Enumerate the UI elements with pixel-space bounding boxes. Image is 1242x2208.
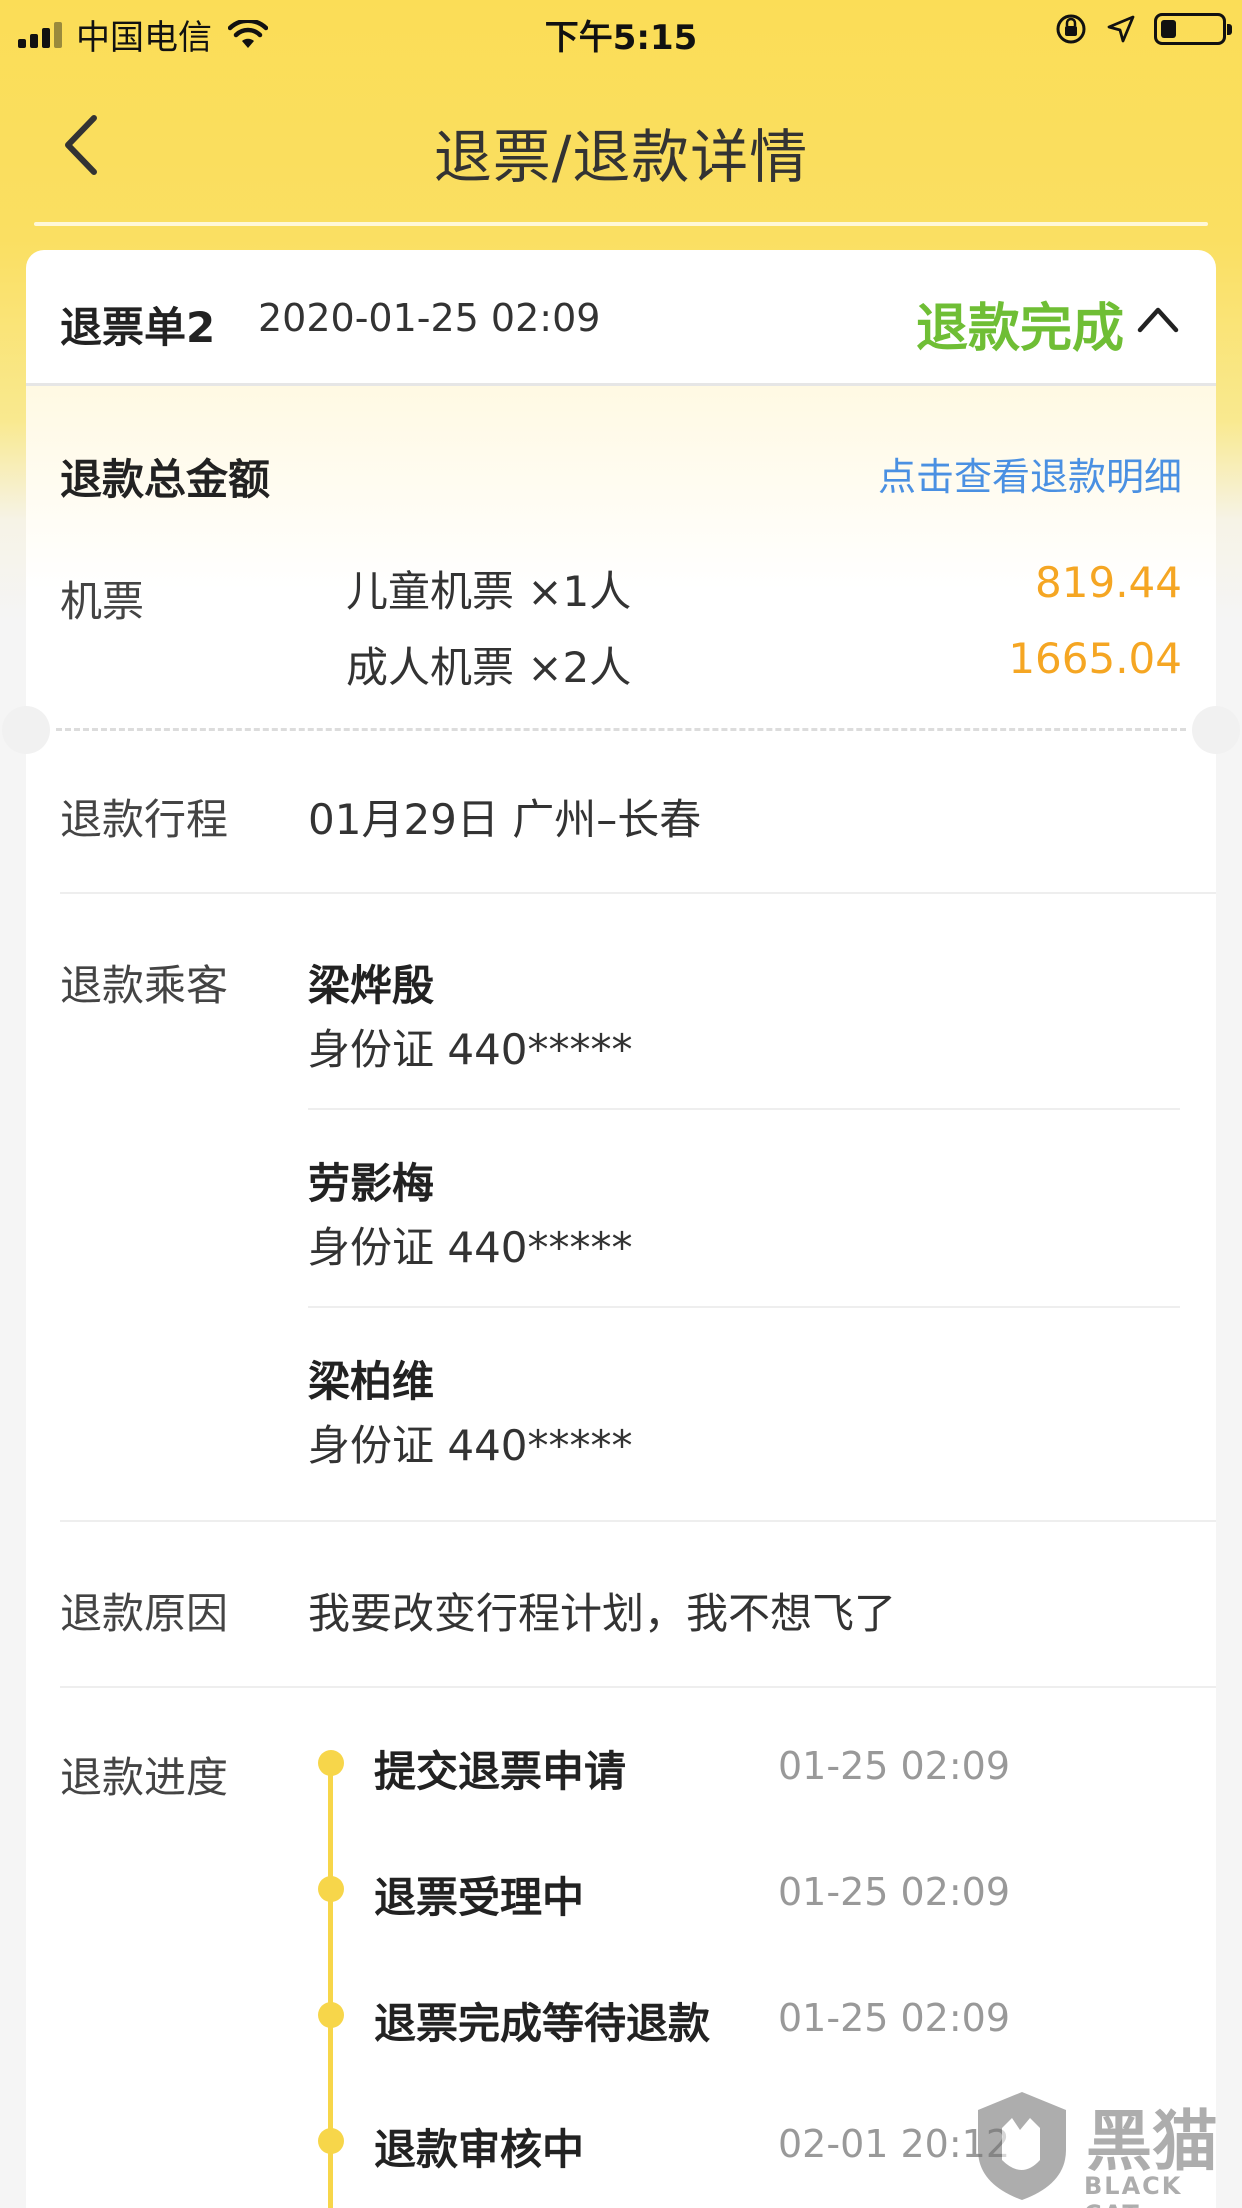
chevron-up-icon[interactable] — [1136, 304, 1180, 334]
location-arrow-icon — [1107, 15, 1135, 43]
ticket-desc-child: 儿童机票 ×1人 — [346, 567, 632, 616]
divider — [308, 1306, 1180, 1308]
black-cat-watermark: 黑猫 BLACK CAT — [968, 2088, 1238, 2208]
timeline-dot — [318, 2002, 344, 2028]
progress-step-title: 退款审核中 — [374, 2125, 585, 2174]
progress-label: 退款进度 — [60, 1753, 229, 1802]
divider — [308, 1108, 1180, 1110]
reason-label: 退款原因 — [60, 1589, 229, 1638]
passenger-id: 身份证 440***** — [308, 1421, 633, 1470]
order-time: 2020-01-25 02:09 — [258, 296, 601, 340]
progress-step-time: 01-25 02:09 — [778, 1870, 1011, 1914]
passenger-name: 梁柏维 — [308, 1357, 435, 1406]
reason-value: 我要改变行程计划，我不想飞了 — [308, 1589, 897, 1638]
divider — [60, 1686, 1216, 1688]
watermark-en: BLACK CAT — [1084, 2172, 1183, 2208]
ticket-notch-right — [1192, 706, 1240, 754]
progress-step-time: 01-25 02:09 — [778, 1744, 1011, 1788]
divider — [60, 1520, 1216, 1522]
passenger-name: 梁烨殷 — [308, 961, 435, 1010]
timeline-dot — [318, 2128, 344, 2154]
dashed-divider — [56, 728, 1186, 731]
order-number: 退票单2 — [60, 303, 216, 352]
passenger-id: 身份证 440***** — [308, 1025, 633, 1074]
progress-step-time: 01-25 02:09 — [778, 1996, 1011, 2040]
nav-bar: 退票/退款详情 — [0, 90, 1242, 200]
battery-icon — [1154, 13, 1232, 45]
ticket-amount-child: 819.44 — [1035, 558, 1182, 607]
progress-step-title: 提交退票申请 — [374, 1747, 627, 1796]
ticket-amount-adult: 1665.04 — [1008, 634, 1182, 683]
ticket-notch-left — [2, 706, 50, 754]
refund-order-card: 退票单2 2020-01-25 02:09 退款完成 退款总金额 点击查看退款明… — [2, 250, 1240, 2208]
refund-detail-page: 中国电信 下午5:15 退票/退款详情 退票单2 2020-01-25 02:0… — [0, 0, 1242, 2208]
order-header[interactable]: 退票单2 2020-01-25 02:09 退款完成 — [26, 250, 1216, 386]
progress-step-title: 退票完成等待退款 — [374, 1999, 711, 2048]
order-status-badge: 退款完成 — [915, 299, 1124, 359]
ticket-desc-adult: 成人机票 ×2人 — [346, 643, 632, 692]
passenger-name: 劳影梅 — [308, 1159, 435, 1208]
timeline-dot — [318, 1876, 344, 1902]
black-cat-logo-icon — [978, 2092, 1066, 2200]
itinerary-label: 退款行程 — [60, 795, 229, 844]
itinerary-value: 01月29日 广州–长春 — [308, 795, 702, 844]
passenger-id: 身份证 440***** — [308, 1223, 633, 1272]
progress-step-title: 退票受理中 — [374, 1873, 585, 1922]
watermark-cn: 黑猫 — [1086, 2103, 1218, 2180]
refund-total-label: 退款总金额 — [60, 455, 271, 504]
page-title: 退票/退款详情 — [433, 123, 809, 191]
passengers-label: 退款乘客 — [60, 961, 229, 1010]
status-bar: 中国电信 下午5:15 — [0, 0, 1242, 62]
divider — [60, 892, 1216, 894]
ticket-label: 机票 — [60, 577, 145, 626]
orientation-lock-icon — [1056, 14, 1086, 44]
timeline-dot — [318, 1750, 344, 1776]
view-refund-detail-link[interactable]: 点击查看退款明细 — [878, 446, 1182, 501]
header-divider — [34, 222, 1208, 226]
